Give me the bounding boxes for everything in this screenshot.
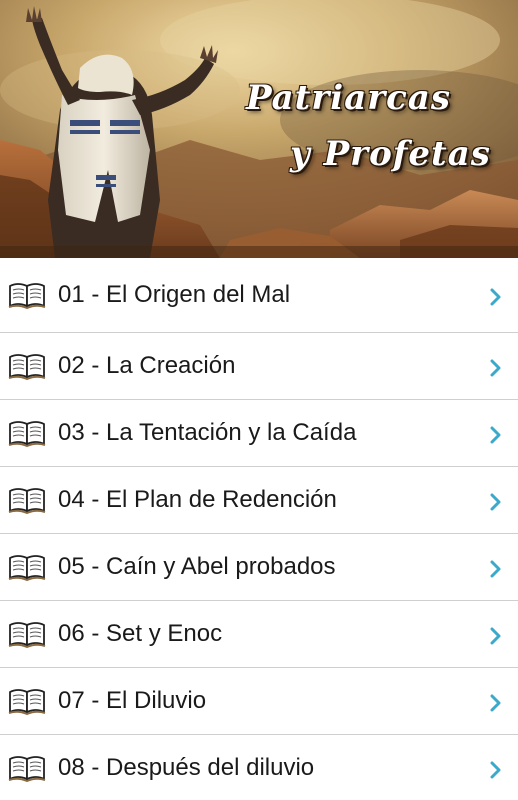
open-book-icon [8, 689, 46, 716]
chapter-label: 07 - El Diluvio [58, 687, 207, 714]
chapter-label: 01 - El Origen del Mal [58, 281, 291, 308]
open-book-icon [8, 421, 46, 448]
title-line-1: Patriarcas [246, 78, 452, 118]
chapter-label: 04 - El Plan de Redención [58, 486, 337, 513]
list-item[interactable]: 05 - Caín y Abel probados [0, 533, 518, 600]
chapter-label: 06 - Set y Enoc [58, 620, 223, 647]
list-item[interactable]: 08 - Después del diluvio [0, 734, 518, 800]
open-book-icon [8, 756, 46, 783]
open-book-icon [8, 488, 46, 515]
open-book-icon [8, 354, 46, 381]
chapter-label: 08 - Después del diluvio [58, 754, 315, 781]
list-item[interactable]: 06 - Set y Enoc [0, 600, 518, 667]
chevron-right-icon [490, 359, 501, 377]
chapter-label: 02 - La Creación [58, 352, 236, 379]
chevron-right-icon [490, 761, 501, 779]
list-item[interactable]: 01 - El Origen del Mal [0, 258, 518, 332]
open-book-icon [8, 622, 46, 649]
open-book-icon [8, 555, 46, 582]
app-screen: Patriarcas y Profetas 01 - El Origen del… [0, 0, 518, 800]
list-item[interactable]: 02 - La Creación [0, 332, 518, 399]
chevron-right-icon [490, 426, 501, 444]
list-item[interactable]: 03 - La Tentación y la Caída [0, 399, 518, 466]
chapter-label: 03 - La Tentación y la Caída [58, 419, 357, 446]
title-line-2: y Profetas [290, 134, 491, 174]
chevron-right-icon [490, 493, 501, 511]
chevron-right-icon [490, 288, 501, 306]
chevron-right-icon [490, 627, 501, 645]
list-item[interactable]: 07 - El Diluvio [0, 667, 518, 734]
chevron-right-icon [490, 694, 501, 712]
header-banner: Patriarcas y Profetas [0, 0, 518, 258]
chevron-right-icon [490, 560, 501, 578]
banner-title: Patriarcas y Profetas [0, 0, 518, 258]
list-item[interactable]: 04 - El Plan de Redención [0, 466, 518, 533]
open-book-icon [8, 283, 46, 310]
chapter-list: 01 - El Origen del Mal 02 - La Creación [0, 258, 518, 800]
chapter-label: 05 - Caín y Abel probados [58, 553, 336, 580]
